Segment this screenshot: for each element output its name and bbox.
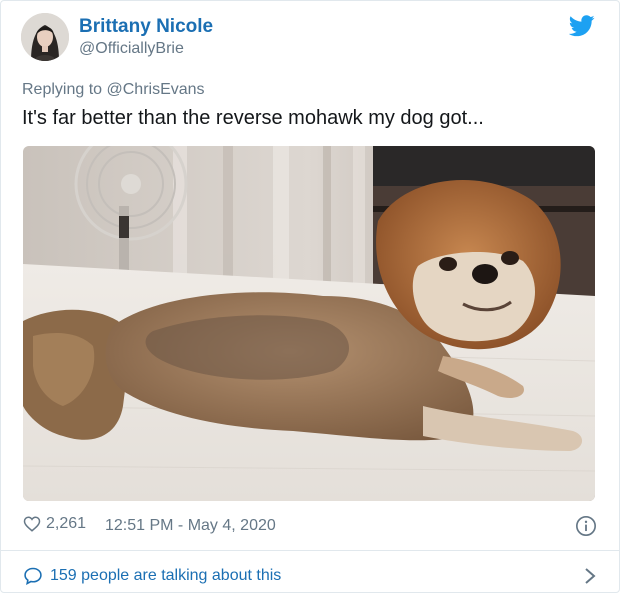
author-name[interactable]: Brittany Nicole — [79, 16, 213, 38]
avatar[interactable] — [21, 13, 69, 61]
conversation-count-text: 159 people are talking about this — [50, 567, 282, 584]
speech-bubble-icon — [24, 567, 42, 585]
reply-prefix: Replying to — [22, 81, 107, 98]
twitter-bird-icon[interactable] — [569, 15, 595, 37]
author-handle[interactable]: @OfficiallyBrie — [79, 40, 184, 58]
reply-context: Replying to @ChrisEvans — [22, 81, 205, 99]
tweet-meta: 2,261 12:51 PM - May 4, 2020 — [23, 515, 597, 537]
like-button[interactable]: 2,261 — [23, 515, 86, 533]
tweet-header: Brittany Nicole @OfficiallyBrie — [21, 13, 601, 65]
tweet-text: It's far better than the reverse mohawk … — [22, 107, 484, 129]
chevron-right-icon[interactable] — [583, 567, 597, 585]
like-count: 2,261 — [46, 515, 87, 532]
tweet-photo[interactable] — [23, 146, 595, 501]
heart-icon — [23, 516, 41, 532]
conversation-link[interactable]: 159 people are talking about this — [23, 566, 281, 586]
tweet-card: Brittany Nicole @OfficiallyBrie Replying… — [0, 0, 620, 593]
divider — [1, 550, 619, 551]
info-icon[interactable] — [575, 515, 597, 537]
reply-to-link[interactable]: @ChrisEvans — [107, 81, 205, 98]
tweet-timestamp[interactable]: 12:51 PM - May 4, 2020 — [105, 517, 276, 535]
